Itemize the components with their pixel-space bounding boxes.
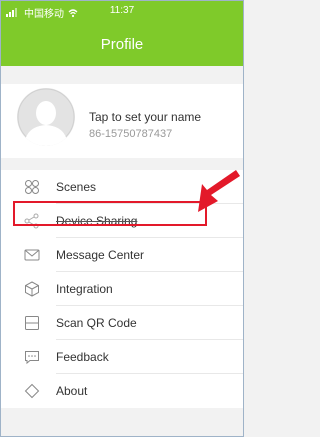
- menu-item-label: Integration: [56, 282, 113, 296]
- menu-item-scan-qr-code[interactable]: Scan QR Code: [0, 306, 244, 340]
- menu-item-label: Scan QR Code: [56, 316, 137, 330]
- about-icon: [24, 383, 40, 399]
- feedback-icon: [25, 351, 39, 365]
- message-icon: [24, 249, 40, 261]
- menu-item-label: Scenes: [56, 180, 97, 194]
- avatar[interactable]: [17, 88, 75, 146]
- bottom-spacer: [0, 410, 244, 437]
- menu-item-label: About: [56, 384, 88, 398]
- menu-item-about[interactable]: About: [0, 374, 244, 408]
- app-header: 中国移动 11:37 Profile: [0, 0, 244, 66]
- profile-card[interactable]: Tap to set your name 86-15750787437: [0, 84, 244, 158]
- menu-item-feedback[interactable]: Feedback: [0, 340, 244, 374]
- user-placeholder-icon: [17, 88, 75, 146]
- menu-item-label: Message Center: [56, 248, 145, 262]
- highlight-box: [13, 201, 207, 226]
- profile-name: Tap to set your name: [89, 110, 202, 124]
- clock: 11:37: [109, 5, 135, 16]
- menu-item-message-center[interactable]: Message Center: [0, 238, 244, 272]
- status-bar: 中国移动 11:37: [6, 5, 238, 20]
- scenes-icon: [25, 180, 39, 194]
- menu-item-integration[interactable]: Integration: [0, 272, 244, 306]
- profile-phone: 86-15750787437: [89, 128, 173, 140]
- menu-item-scenes[interactable]: Scenes: [0, 170, 244, 204]
- page-title: Profile: [100, 36, 144, 53]
- scan-icon: [25, 316, 39, 330]
- integration-icon: [25, 281, 39, 297]
- menu-item-label: Feedback: [56, 350, 109, 364]
